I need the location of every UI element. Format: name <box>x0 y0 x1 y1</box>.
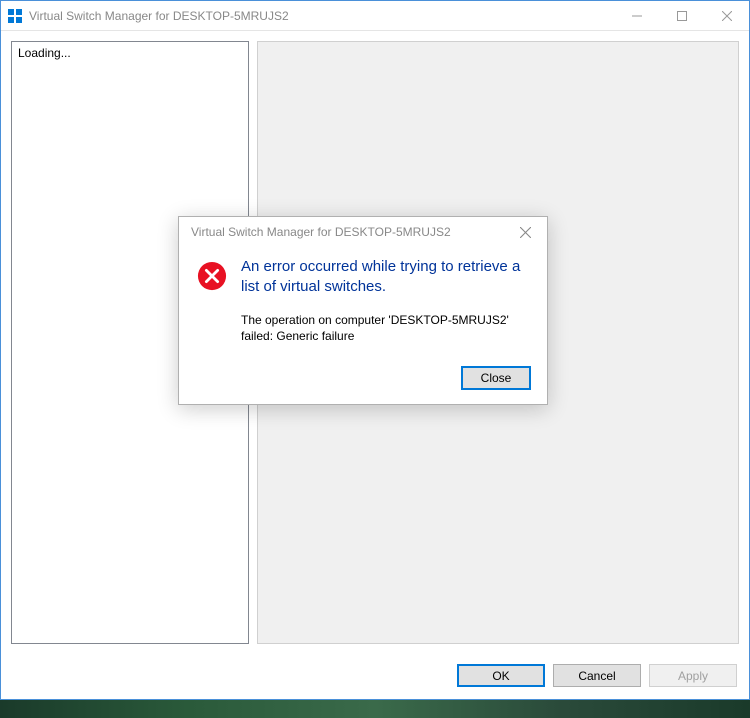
maximize-button[interactable] <box>659 1 704 30</box>
error-icon <box>197 261 227 344</box>
dialog-titlebar: Virtual Switch Manager for DESKTOP-5MRUJ… <box>179 217 547 247</box>
titlebar: Virtual Switch Manager for DESKTOP-5MRUJ… <box>1 1 749 31</box>
window-title: Virtual Switch Manager for DESKTOP-5MRUJ… <box>29 9 614 23</box>
cancel-button[interactable]: Cancel <box>553 664 641 687</box>
dialog-text: An error occurred while trying to retrie… <box>241 257 529 344</box>
loading-text: Loading... <box>18 46 71 60</box>
close-button[interactable] <box>704 1 749 30</box>
dialog-close-button[interactable]: Close <box>461 366 531 390</box>
dialog-message: The operation on computer 'DESKTOP-5MRUJ… <box>241 312 529 344</box>
window-controls <box>614 1 749 30</box>
desktop-background-strip <box>0 700 750 718</box>
apply-button: Apply <box>649 664 737 687</box>
dialog-close-icon[interactable] <box>511 220 539 244</box>
minimize-button[interactable] <box>614 1 659 30</box>
dialog-heading: An error occurred while trying to retrie… <box>241 257 529 298</box>
dialog-title: Virtual Switch Manager for DESKTOP-5MRUJ… <box>191 225 511 239</box>
dialog-footer: Close <box>179 360 547 404</box>
app-icon <box>7 8 23 24</box>
error-dialog: Virtual Switch Manager for DESKTOP-5MRUJ… <box>178 216 548 405</box>
dialog-body: An error occurred while trying to retrie… <box>179 247 547 360</box>
footer: OK Cancel Apply <box>1 654 749 699</box>
ok-button[interactable]: OK <box>457 664 545 687</box>
